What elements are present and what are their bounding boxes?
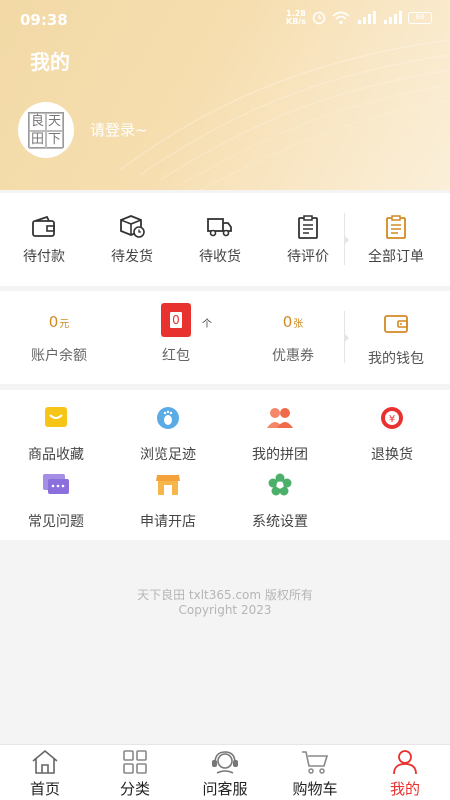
truck-icon bbox=[207, 218, 232, 237]
status-bar: 09:38 1.28 KB/s 88 bbox=[0, 0, 450, 38]
page-title: 我的 bbox=[30, 50, 70, 74]
service-label: 我的拼团 bbox=[252, 447, 308, 463]
wallet-icon bbox=[384, 315, 408, 333]
order-label: 待收货 bbox=[199, 249, 241, 265]
favorites-icon bbox=[45, 407, 67, 427]
alarm-icon bbox=[312, 11, 326, 25]
account-balance[interactable]: 0元 账户余额 bbox=[0, 291, 118, 384]
order-label: 全部订单 bbox=[368, 249, 424, 265]
wallet-icon bbox=[32, 215, 55, 237]
balance-label: 账户余额 bbox=[31, 348, 87, 364]
order-pending-receipt[interactable]: 待收货 bbox=[176, 193, 264, 286]
balance-value: 0元 bbox=[48, 313, 70, 331]
tab-category[interactable]: 分类 bbox=[90, 745, 180, 800]
copyright-notice: 天下良田 txlt365.com 版权所有 Copyright 2023 bbox=[0, 588, 450, 618]
battery-icon: 88 bbox=[408, 12, 432, 24]
order-label: 待付款 bbox=[23, 249, 65, 265]
customer-service-icon bbox=[212, 751, 238, 774]
signal-icon bbox=[358, 11, 376, 24]
tab-label: 购物车 bbox=[292, 780, 338, 798]
clipboard-icon bbox=[298, 215, 318, 239]
order-pending-shipment[interactable]: 待发货 bbox=[88, 193, 176, 286]
copyright-line: 天下良田 txlt365.com 版权所有 bbox=[137, 588, 313, 602]
service-label: 退换货 bbox=[371, 447, 413, 463]
wallet-section: 0元 账户余额 0 个 红包 0张 优惠券 我的钱包 bbox=[0, 291, 450, 384]
logo-char: 良 bbox=[29, 113, 46, 131]
services-section: 商品收藏 浏览足迹 我的拼团 ¥ 退换货 常见问题 申请开店 系统设置 bbox=[0, 390, 450, 540]
divider-arrow bbox=[344, 235, 349, 245]
refund-icon: ¥ bbox=[381, 407, 403, 429]
logo-char: 下 bbox=[46, 131, 63, 149]
faq-chat-icon bbox=[43, 474, 69, 494]
my-wallet-label: 我的钱包 bbox=[368, 351, 424, 367]
bottom-tab-bar: 首页 分类 问客服 购物车 我的 bbox=[0, 744, 450, 800]
user-icon bbox=[393, 750, 417, 775]
red-packet[interactable]: 0 个 红包 bbox=[118, 291, 234, 384]
order-label: 待发货 bbox=[111, 249, 153, 265]
orders-list-icon bbox=[386, 215, 406, 239]
order-pending-payment[interactable]: 待付款 bbox=[0, 193, 88, 286]
tab-customer-service[interactable]: 问客服 bbox=[180, 745, 270, 800]
red-packet-icon: 0 bbox=[161, 303, 191, 337]
my-wallet-button[interactable]: 我的钱包 bbox=[350, 291, 442, 384]
logo-char: 天 bbox=[46, 113, 63, 131]
signal-icon-2 bbox=[384, 11, 402, 24]
tab-home[interactable]: 首页 bbox=[0, 745, 90, 800]
network-speed: 1.28 KB/s bbox=[286, 10, 306, 26]
copyright-year: Copyright 2023 bbox=[178, 603, 272, 617]
package-clock-icon bbox=[120, 215, 145, 238]
home-icon bbox=[32, 749, 58, 774]
tab-label: 问客服 bbox=[202, 780, 248, 798]
coupons[interactable]: 0张 优惠券 bbox=[234, 291, 352, 384]
tab-label: 首页 bbox=[29, 780, 60, 798]
tab-label: 我的 bbox=[389, 780, 420, 798]
avatar[interactable]: 良 天 田 下 bbox=[18, 102, 74, 158]
profile-header: 09:38 1.28 KB/s 88 我的 良 天 田 下 请登录~ bbox=[0, 0, 450, 190]
status-time: 09:38 bbox=[20, 11, 68, 29]
red-packet-unit: 个 bbox=[202, 319, 212, 330]
cart-icon bbox=[302, 751, 329, 774]
store-icon bbox=[156, 475, 180, 495]
svg-text:¥: ¥ bbox=[389, 414, 395, 425]
wifi-icon bbox=[332, 11, 350, 25]
red-packet-value: 0 bbox=[170, 312, 182, 328]
service-label: 商品收藏 bbox=[28, 447, 84, 463]
brand-logo: 良 天 田 下 bbox=[28, 112, 64, 149]
tab-label: 分类 bbox=[119, 780, 150, 798]
status-icons: 1.28 KB/s 88 bbox=[286, 10, 432, 26]
order-pending-review[interactable]: 待评价 bbox=[264, 193, 352, 286]
service-label: 系统设置 bbox=[252, 514, 308, 530]
order-label: 待评价 bbox=[287, 249, 329, 265]
category-grid-icon bbox=[123, 750, 147, 774]
group-buy-icon bbox=[267, 408, 293, 428]
all-orders-button[interactable]: 全部订单 bbox=[350, 193, 442, 286]
logo-char: 田 bbox=[29, 131, 46, 149]
divider-arrow bbox=[344, 333, 349, 343]
network-speed-unit: KB/s bbox=[286, 17, 306, 26]
coupons-value: 0张 bbox=[282, 313, 304, 331]
tab-cart[interactable]: 购物车 bbox=[270, 745, 360, 800]
coupons-label: 优惠券 bbox=[272, 348, 314, 364]
service-label: 常见问题 bbox=[28, 514, 84, 530]
service-label: 浏览足迹 bbox=[140, 447, 196, 463]
footprint-icon bbox=[157, 407, 179, 429]
login-link[interactable]: 请登录~ bbox=[90, 119, 148, 140]
tab-mine[interactable]: 我的 bbox=[360, 745, 450, 800]
service-label: 申请开店 bbox=[140, 514, 196, 530]
orders-section: 待付款 待发货 待收货 待评价 全部订单 bbox=[0, 193, 450, 286]
red-packet-label: 红包 bbox=[162, 348, 190, 364]
settings-flower-icon bbox=[268, 473, 292, 496]
